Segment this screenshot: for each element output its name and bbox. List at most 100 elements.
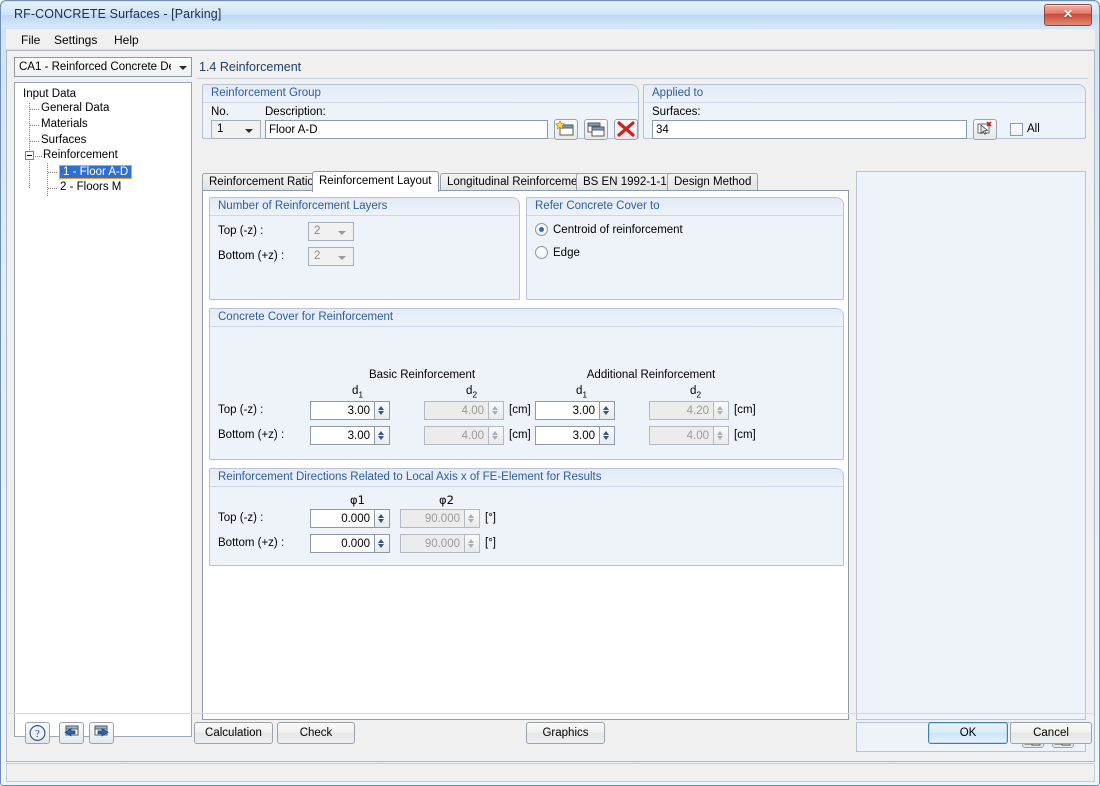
phi2-header: φ2 (439, 493, 454, 507)
layers-top-combo[interactable]: 2 (308, 222, 354, 241)
pick-surfaces-button[interactable] (973, 119, 997, 140)
cover-top-additional-d2-spinner[interactable] (649, 401, 729, 420)
cover-top-additional-d2-input (649, 401, 714, 420)
spinner-buttons[interactable] (600, 426, 615, 445)
layers-bottom-combo[interactable]: 2 (308, 247, 354, 266)
spinner-down-icon (492, 411, 498, 415)
cover-top-basic-d1-spinner[interactable] (310, 401, 390, 420)
tree-collapse-toggle-reinforcement[interactable] (25, 151, 34, 160)
directions-top-phi2-input (400, 509, 465, 528)
spinner-buttons[interactable] (375, 534, 390, 553)
cover-top-additional-d1-input[interactable] (535, 401, 600, 420)
radio-centroid-of-reinforcement[interactable] (535, 223, 548, 236)
tree-item-materials[interactable]: Materials (41, 118, 88, 130)
cover-top-additional-d1-spinner[interactable] (535, 401, 615, 420)
tab-reinforcement-layout[interactable]: Reinforcement Layout (312, 171, 439, 192)
spinner-up-icon[interactable] (378, 539, 384, 543)
graphics-button[interactable]: Graphics (526, 722, 605, 744)
cover-bottom-basic-d1-spinner[interactable] (310, 426, 390, 445)
directions-bottom-phi2-spinner[interactable] (400, 534, 480, 553)
cover-bottom-basic-unit: [cm] (509, 429, 531, 441)
spinner-buttons[interactable] (375, 509, 390, 528)
spinner-down-icon[interactable] (378, 519, 384, 523)
layers-top-label: Top (-z) : (218, 225, 264, 237)
directions-bottom-phi1-input[interactable] (310, 534, 375, 553)
spinner-buttons (714, 426, 729, 445)
spinner-buttons[interactable] (375, 426, 390, 445)
cover-bottom-additional-d1-input[interactable] (535, 426, 600, 445)
tab-longitudinal-reinforcement[interactable]: Longitudinal Reinforcement (440, 173, 595, 191)
delete-reinforcement-group-button[interactable] (614, 119, 638, 140)
module-selector-value: CA1 - Reinforced Concrete Des (19, 61, 171, 73)
spinner-up-icon[interactable] (603, 431, 609, 435)
chevron-down-icon (338, 231, 346, 235)
directions-bottom-phi1-spinner[interactable] (310, 534, 390, 553)
spinner-up-icon (468, 539, 474, 543)
basic-d1-header: d1 (352, 385, 364, 400)
cover-bottom-basic-d1-input[interactable] (310, 426, 375, 445)
tree-spine (47, 163, 48, 196)
tree-item-reinforcement[interactable]: Reinforcement (43, 149, 118, 161)
cover-top-basic-unit: [cm] (509, 404, 531, 416)
next-button[interactable] (89, 722, 114, 744)
spinner-buttons (465, 509, 480, 528)
directions-top-phi2-spinner[interactable] (400, 509, 480, 528)
tree-item-floor-a-d[interactable]: 1 - Floor A-D (59, 165, 133, 179)
spinner-down-icon[interactable] (378, 436, 384, 440)
spinner-buttons[interactable] (375, 401, 390, 420)
description-input[interactable] (265, 120, 548, 139)
check-button[interactable]: Check (277, 722, 355, 744)
new-reinforcement-group-button[interactable] (554, 119, 578, 140)
graphics-preview-panel (856, 171, 1086, 720)
copy-reinforcement-group-button[interactable] (584, 119, 608, 140)
tab-reinforcement-ratios[interactable]: Reinforcement Ratios (202, 173, 327, 191)
directions-bottom-label: Bottom (+z) : (218, 537, 285, 549)
menu-file[interactable]: File (16, 32, 45, 48)
spinner-up-icon[interactable] (603, 406, 609, 410)
module-selector-combo[interactable]: CA1 - Reinforced Concrete Des (14, 57, 192, 77)
spinner-up-icon[interactable] (378, 431, 384, 435)
cover-bottom-additional-d1-spinner[interactable] (535, 426, 615, 445)
navigator-tree[interactable]: Input Data General Data Materials Surfac… (14, 82, 192, 737)
tree-root-input-data[interactable]: Input Data (23, 88, 76, 100)
cancel-button[interactable]: Cancel (1010, 722, 1092, 744)
tree-item-floors-m[interactable]: 2 - Floors M (60, 181, 121, 193)
tree-branch (48, 172, 57, 173)
cover-top-basic-d1-input[interactable] (310, 401, 375, 420)
close-window-button[interactable]: ✕ (1044, 4, 1092, 26)
tree-item-general-data[interactable]: General Data (41, 102, 109, 114)
tab-bs-en-1992-1-1[interactable]: BS EN 1992-1-1 (576, 173, 674, 191)
reinforcement-group-no-combo[interactable]: 1 (211, 120, 261, 139)
spinner-up-icon (492, 406, 498, 410)
menu-help[interactable]: Help (109, 32, 144, 48)
spinner-down-icon[interactable] (378, 544, 384, 548)
tree-item-surfaces[interactable]: Surfaces (41, 134, 86, 146)
spinner-buttons[interactable] (600, 401, 615, 420)
spinner-up-icon (717, 406, 723, 410)
spinner-up-icon[interactable] (378, 406, 384, 410)
concrete-cover-panel: Concrete Cover for Reinforcement Basic R… (209, 308, 844, 460)
surfaces-input[interactable] (652, 120, 967, 139)
directions-top-phi1-spinner[interactable] (310, 509, 390, 528)
spinner-down-icon[interactable] (603, 436, 609, 440)
cover-bottom-additional-d2-spinner[interactable] (649, 426, 729, 445)
help-button[interactable]: ? (25, 722, 50, 744)
cover-bottom-label: Bottom (+z) : (218, 429, 285, 441)
radio-edge[interactable] (535, 246, 548, 259)
spinner-down-icon[interactable] (378, 411, 384, 415)
cover-bottom-basic-d2-spinner[interactable] (424, 426, 504, 445)
spinner-down-icon (717, 411, 723, 415)
previous-button[interactable] (59, 722, 84, 744)
calculation-button[interactable]: Calculation (194, 722, 273, 744)
directions-top-phi1-input[interactable] (310, 509, 375, 528)
spinner-up-icon[interactable] (378, 514, 384, 518)
additional-d1-header: d1 (576, 385, 588, 400)
spinner-down-icon[interactable] (603, 411, 609, 415)
cover-top-basic-d2-spinner[interactable] (424, 401, 504, 420)
menu-settings[interactable]: Settings (49, 32, 102, 48)
tree-branch (48, 188, 57, 189)
applied-to-all-checkbox[interactable] (1010, 123, 1023, 136)
tab-design-method[interactable]: Design Method (667, 173, 759, 191)
ok-button[interactable]: OK (928, 722, 1008, 744)
applied-to-all-label: All (1027, 123, 1040, 135)
